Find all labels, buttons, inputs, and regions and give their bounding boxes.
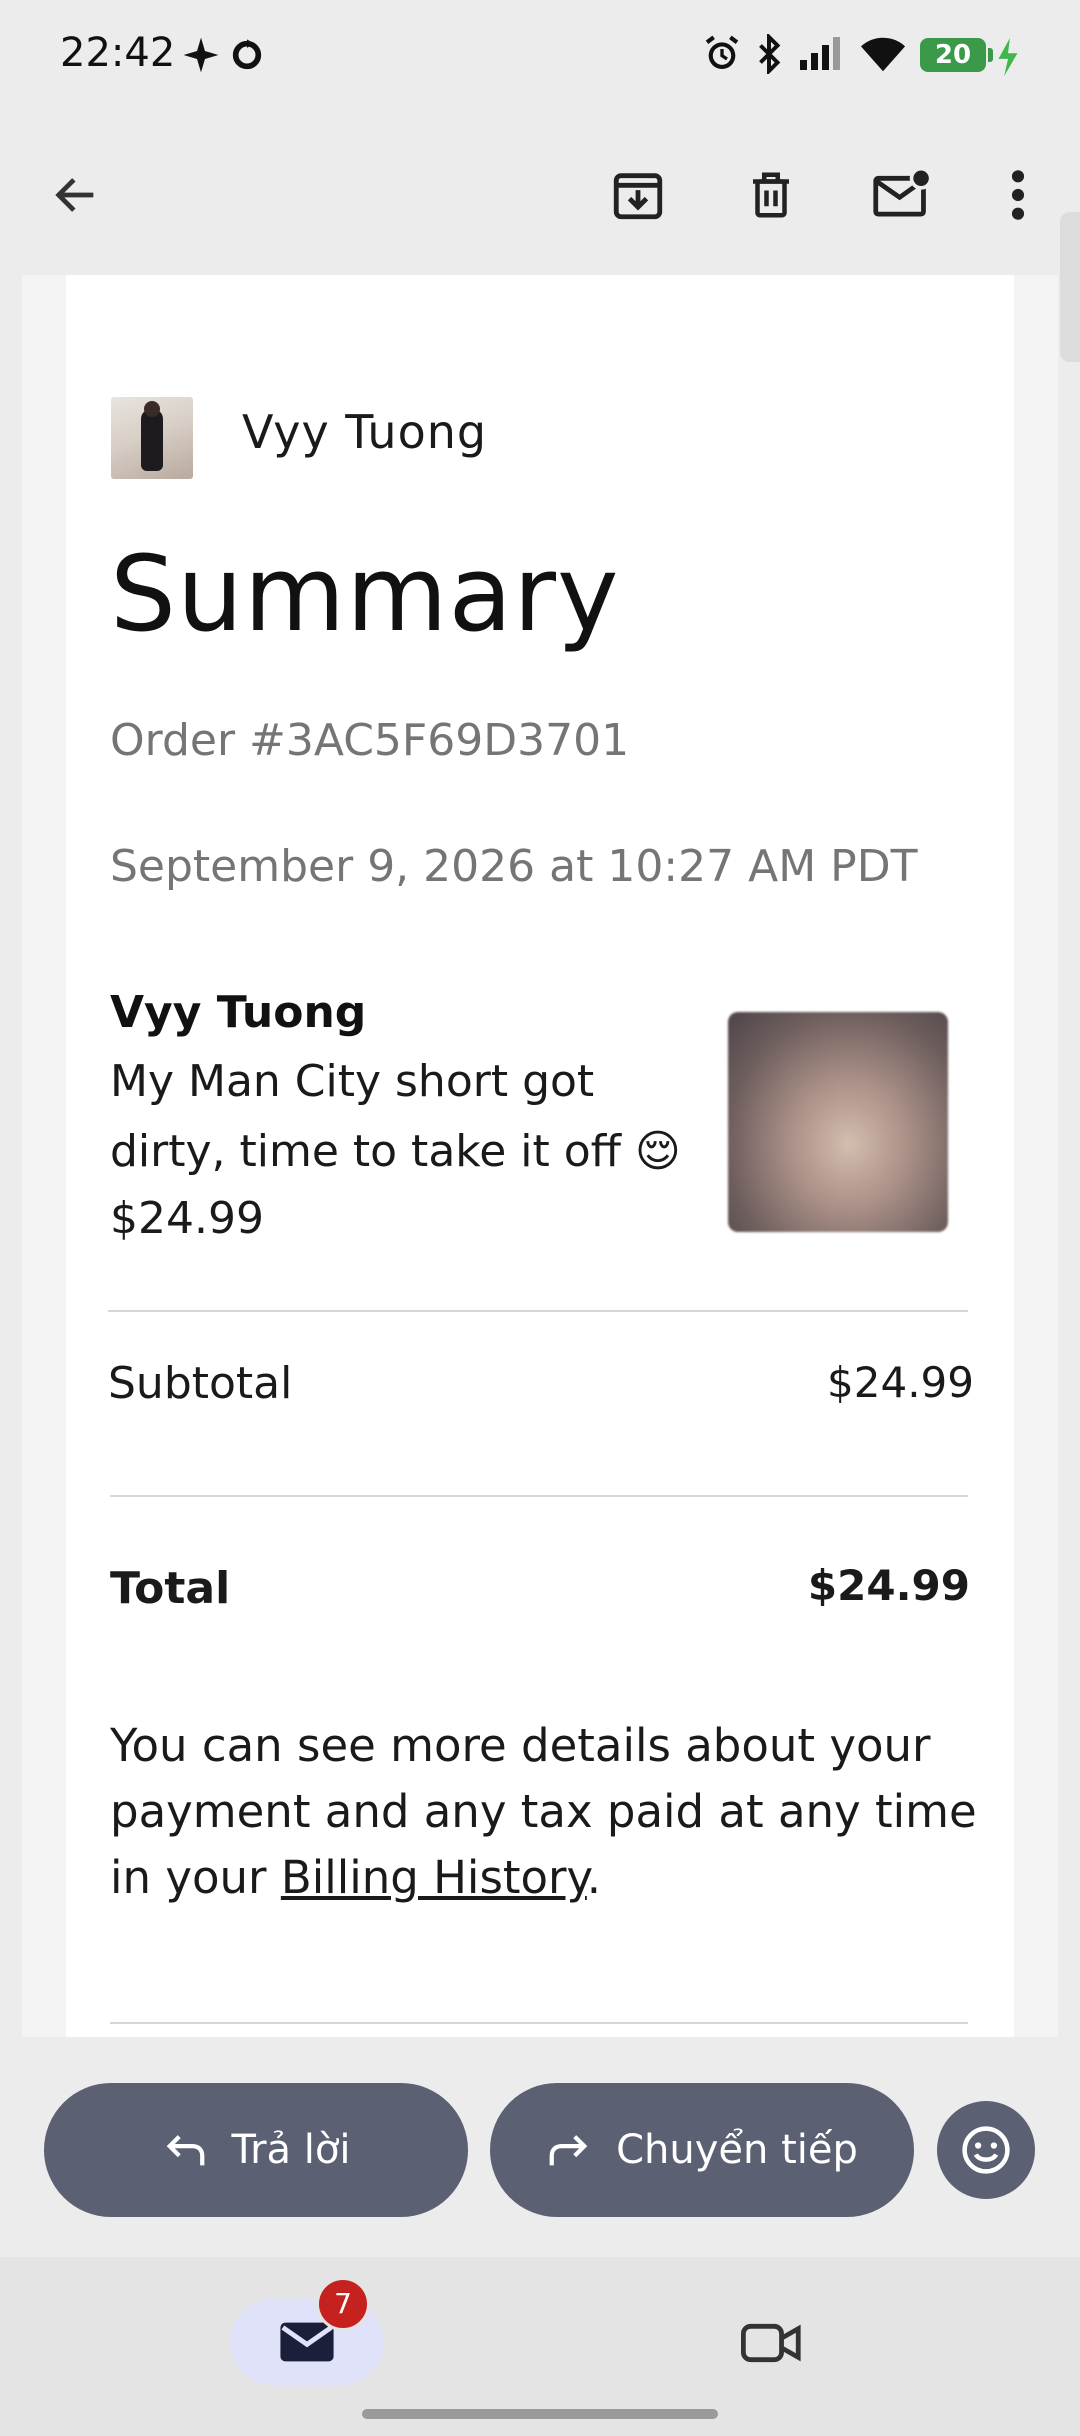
reply-action-bar: Trả lời Chuyển tiếp (0, 2037, 1080, 2257)
forward-button[interactable]: Chuyển tiếp (490, 2083, 914, 2217)
mark-unread-button[interactable] (862, 155, 942, 235)
billing-note-suffix: . (586, 1851, 602, 1904)
emoji-icon (962, 2126, 1010, 2174)
archive-button[interactable] (598, 155, 678, 235)
item-thumbnail[interactable] (728, 1012, 948, 1232)
order-id: Order #3AC5F69D3701 (110, 715, 630, 766)
charging-icon (996, 38, 1020, 80)
alarm-icon (702, 34, 742, 78)
sender-avatar (111, 397, 193, 479)
reply-icon (166, 2135, 204, 2166)
video-icon (741, 2323, 801, 2363)
signal-icon (798, 34, 846, 78)
item-description: My Man City short got dirty, time to tak… (110, 1056, 681, 1177)
forward-label: Chuyển tiếp (616, 2127, 858, 2173)
more-vert-icon (1011, 170, 1025, 220)
divider (108, 1310, 968, 1312)
arrow-left-icon (55, 178, 94, 212)
status-time: 22:42 (60, 30, 176, 76)
mark-unread-icon (873, 166, 933, 217)
forward-icon (549, 2135, 588, 2166)
home-indicator[interactable] (362, 2409, 718, 2419)
divider (110, 1495, 968, 1497)
reply-button[interactable]: Trả lời (44, 2083, 468, 2217)
reply-label: Trả lời (231, 2127, 351, 2173)
divider (110, 2022, 968, 2024)
order-date: September 9, 2026 at 10:27 AM PDT (110, 841, 918, 892)
billing-history-link[interactable]: Billing History (281, 1851, 587, 1904)
more-options-button[interactable] (978, 155, 1058, 235)
emoji-reaction-button[interactable] (937, 2101, 1035, 2199)
battery-cap (988, 48, 993, 62)
wifi-icon (860, 34, 906, 78)
battery-level: 20 (920, 38, 986, 72)
total-label: Total (110, 1563, 231, 1614)
email-content: Vyy Tuong Summary Order #3AC5F69D3701 Se… (66, 275, 1014, 2037)
sparkle-icon (182, 36, 220, 78)
email-body-frame: Vyy Tuong Summary Order #3AC5F69D3701 Se… (22, 275, 1058, 2037)
subtotal-label: Subtotal (108, 1358, 293, 1409)
scroll-handle[interactable] (1060, 212, 1080, 362)
billing-note: You can see more details about your paym… (110, 1713, 990, 1911)
unread-count-badge: 7 (316, 2277, 370, 2331)
bluetooth-icon (752, 32, 786, 78)
trash-icon (753, 172, 789, 218)
item-price: $24.99 (110, 1193, 264, 1244)
back-button[interactable] (36, 155, 116, 235)
sync-icon (230, 38, 264, 76)
bottom-navigation: 7 (0, 2257, 1080, 2436)
mail-toolbar (0, 115, 1080, 275)
archive-icon (613, 173, 663, 220)
nav-meet[interactable] (732, 2313, 812, 2373)
item-creator: Vyy Tuong (110, 987, 367, 1038)
page-title: Summary (110, 533, 620, 655)
sender-name: Vyy Tuong (242, 405, 488, 459)
status-bar: 22:42 20 (0, 0, 1080, 115)
total-value: $24.99 (807, 1561, 970, 1610)
delete-button[interactable] (731, 155, 811, 235)
subtotal-value: $24.99 (827, 1358, 974, 1407)
